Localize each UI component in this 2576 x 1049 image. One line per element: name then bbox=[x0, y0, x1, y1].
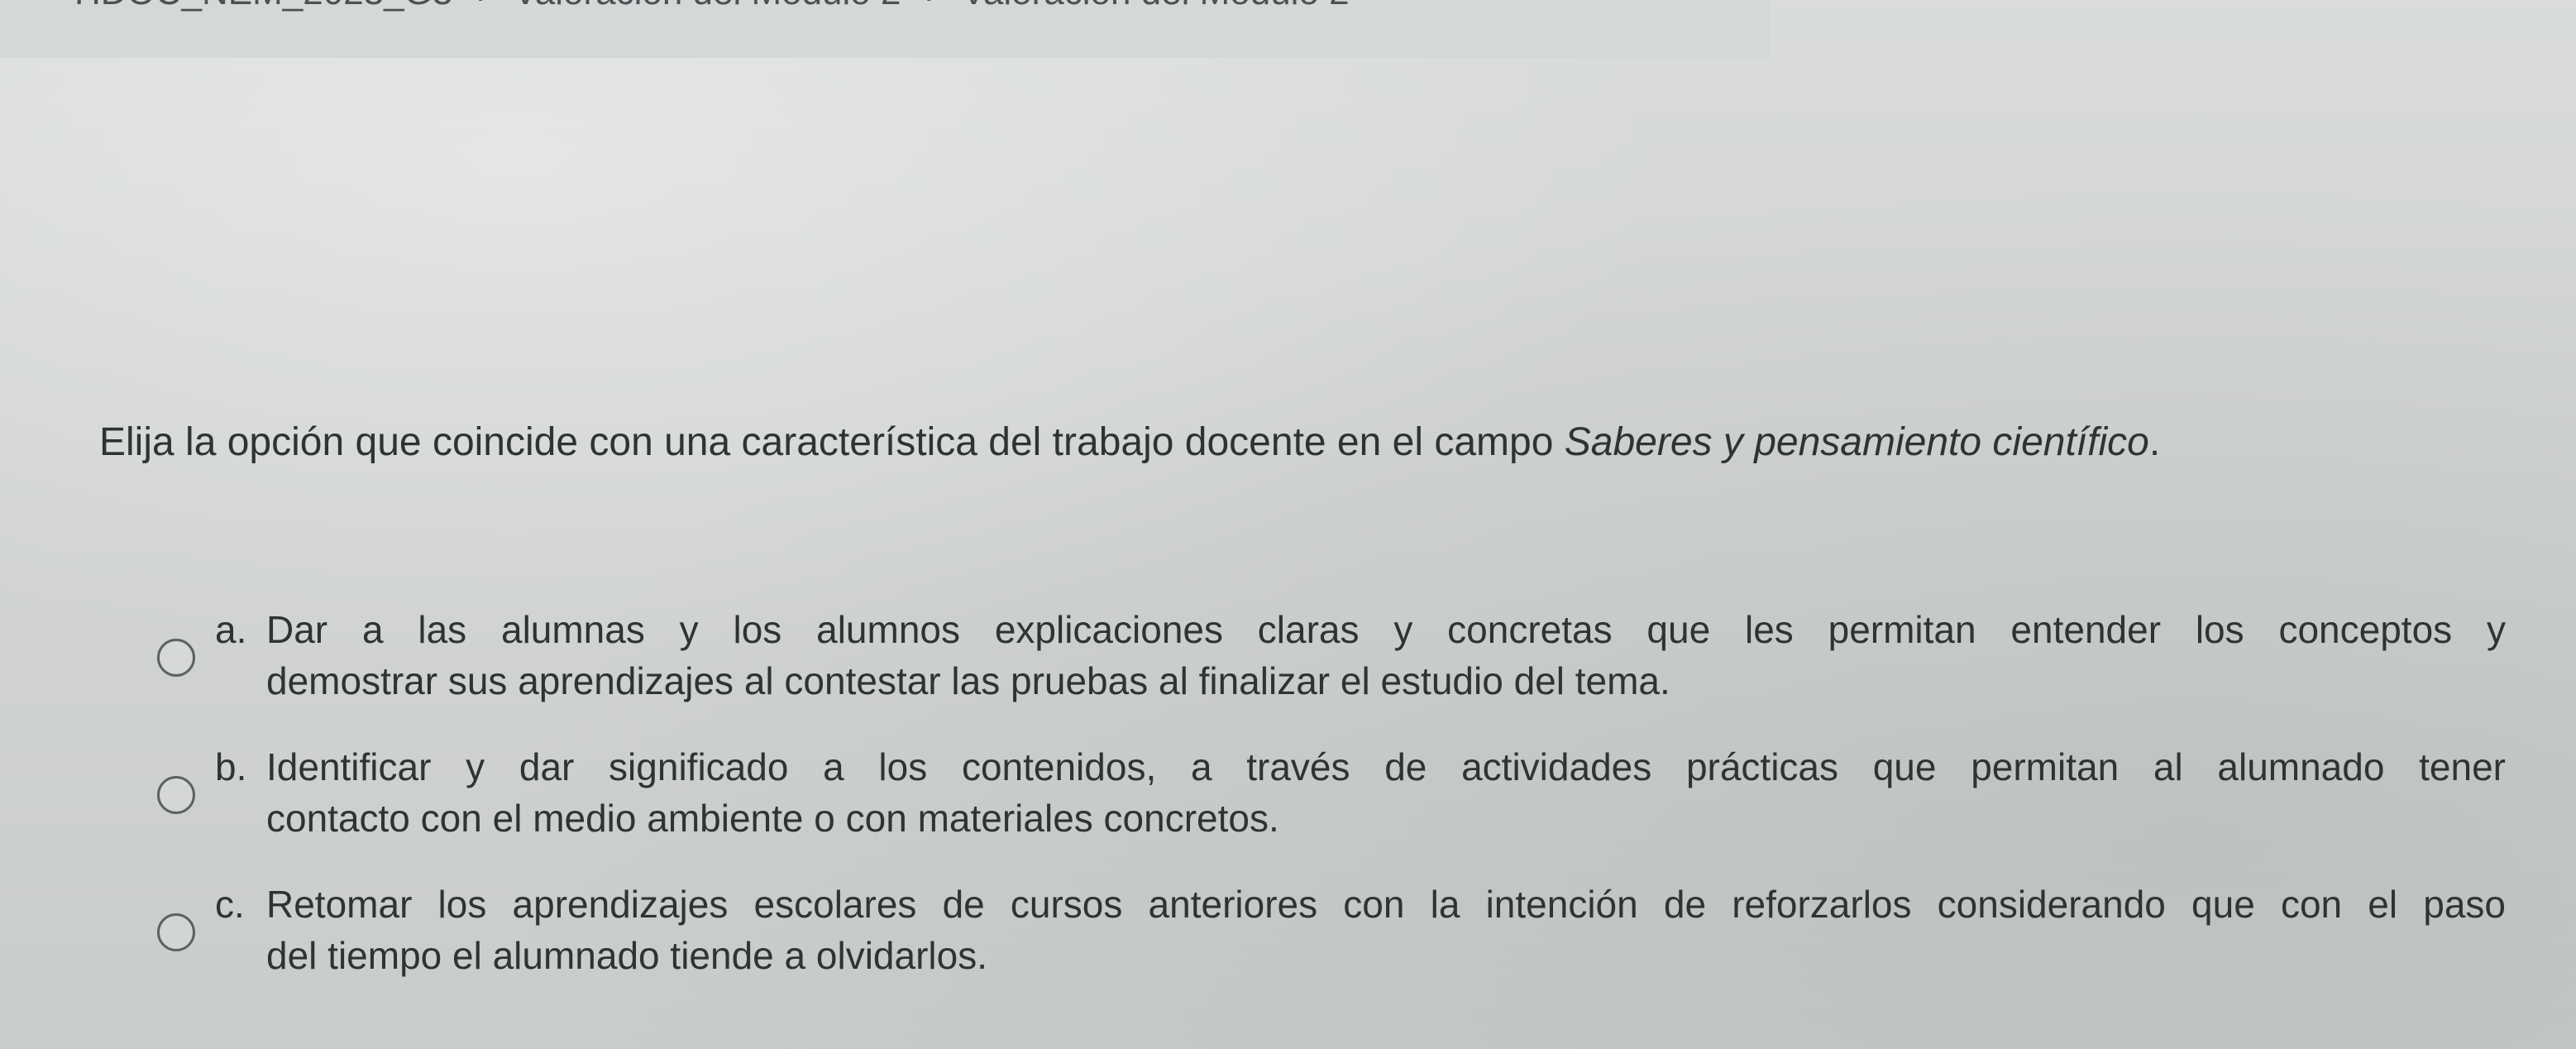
option-c[interactable]: c. Retomar los aprendizajes escolares de… bbox=[157, 879, 2506, 981]
question-prefix: Elija la opción que coincide con una car… bbox=[99, 420, 1565, 464]
question-prompt: Elija la opción que coincide con una car… bbox=[99, 418, 2497, 467]
option-letter-a: a. bbox=[215, 608, 247, 651]
option-a[interactable]: a. Dar a las alumnas y los alumnos expli… bbox=[157, 604, 2506, 707]
option-c-line1: Retomar los aprendizajes escolares de cu… bbox=[266, 883, 2506, 926]
option-letter-c: c. bbox=[215, 883, 245, 926]
radio-button-a[interactable] bbox=[157, 639, 195, 677]
option-a-line1: Dar a las alumnas y los alumnos explicac… bbox=[266, 608, 2506, 651]
option-c-line2: del tiempo el alumnado tiende a olvidarl… bbox=[266, 934, 987, 977]
option-b-line1: Identificar y dar significado a los cont… bbox=[266, 745, 2506, 788]
option-text-a[interactable]: Dar a las alumnas y los alumnos explicac… bbox=[266, 604, 2506, 707]
option-text-b[interactable]: Identificar y dar significado a los cont… bbox=[266, 741, 2506, 844]
answer-options: a. Dar a las alumnas y los alumnos expli… bbox=[157, 604, 2506, 1016]
option-b[interactable]: b. Identificar y dar significado a los c… bbox=[157, 741, 2506, 844]
radio-button-c[interactable] bbox=[157, 913, 195, 951]
radio-button-b[interactable] bbox=[157, 776, 195, 814]
option-text-c[interactable]: Retomar los aprendizajes escolares de cu… bbox=[266, 879, 2506, 981]
option-a-line2: demostrar sus aprendizajes al contestar … bbox=[266, 659, 1670, 702]
option-letter-b: b. bbox=[215, 745, 247, 788]
question-emphasis: Saberes y pensamiento científico bbox=[1564, 420, 2149, 464]
question-area: Elija la opción que coincide con una car… bbox=[0, 0, 2576, 1049]
question-suffix: . bbox=[2148, 420, 2161, 464]
option-b-line2: contacto con el medio ambiente o con mat… bbox=[266, 797, 1279, 840]
